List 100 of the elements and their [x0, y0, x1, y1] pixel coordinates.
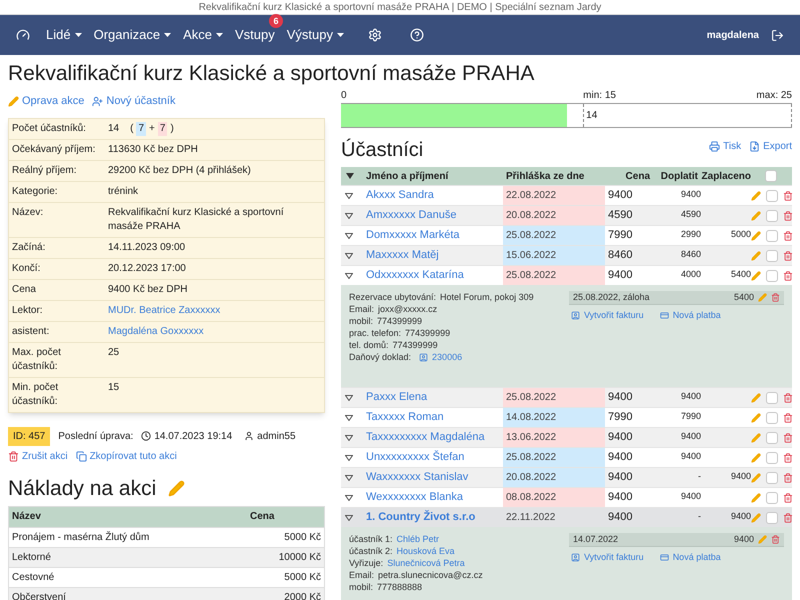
- export-link[interactable]: Export: [749, 139, 792, 154]
- expand-icon[interactable]: [345, 192, 353, 198]
- collapse-all-icon[interactable]: [346, 173, 354, 179]
- participant-name[interactable]: Odxxxxxxx Katarína: [363, 266, 503, 285]
- detail-link[interactable]: Chléb Petr: [396, 533, 440, 545]
- trash-icon[interactable]: [783, 250, 793, 260]
- trash-icon[interactable]: [783, 270, 793, 280]
- help-icon[interactable]: [410, 28, 424, 42]
- print-link[interactable]: Tisk: [709, 139, 742, 154]
- trash-icon[interactable]: [783, 392, 793, 402]
- price-cell-text: 7990: [607, 228, 634, 244]
- info-label: Začíná:: [11, 240, 46, 254]
- trash-icon[interactable]: [783, 230, 793, 240]
- participant-name[interactable]: 1. Country Život s.r.o: [363, 508, 503, 527]
- checkbox[interactable]: [766, 472, 778, 484]
- participant-name[interactable]: Taxxxxxxxxx Magdaléna: [363, 428, 503, 447]
- settings-icon[interactable]: [368, 28, 382, 42]
- participant-name[interactable]: Paxxx Elena: [363, 388, 503, 407]
- nav-menu-item[interactable]: Akce: [183, 25, 223, 45]
- edit-event-link[interactable]: Oprava akce: [8, 93, 84, 110]
- trash-icon[interactable]: [783, 210, 793, 220]
- checkbox[interactable]: [766, 270, 778, 282]
- expand-icon[interactable]: [345, 474, 353, 480]
- trash-icon[interactable]: [783, 190, 793, 200]
- expand-icon[interactable]: [345, 232, 353, 238]
- copy-event-link[interactable]: Zkopírovat tuto akci: [76, 448, 177, 464]
- nav-menu-item[interactable]: Lidé: [46, 25, 82, 45]
- pencil-icon[interactable]: [168, 480, 186, 497]
- info-value: 29200 Kč bez DPH (4 přihlášek): [108, 164, 251, 178]
- info-link[interactable]: MUDr. Beatrice Zaxxxxxx: [108, 304, 220, 318]
- create-invoice-link[interactable]: Vytvořit fakturu: [584, 309, 644, 322]
- checkbox[interactable]: [766, 412, 778, 424]
- pencil-icon[interactable]: [751, 270, 761, 280]
- pencil-icon[interactable]: [751, 230, 761, 240]
- column-header: Cena: [250, 510, 274, 524]
- last-edit-label: Poslední úprava:: [58, 430, 134, 444]
- due-cell-text: -: [697, 470, 701, 483]
- add-participant-link[interactable]: Nový účastník: [92, 93, 176, 110]
- participant-name[interactable]: Akxxx Sandra: [363, 186, 503, 205]
- pencil-icon[interactable]: [751, 190, 761, 200]
- trash-icon[interactable]: [771, 535, 780, 544]
- pencil-icon[interactable]: [751, 412, 761, 422]
- expand-icon[interactable]: [345, 212, 353, 218]
- paid-cell-text: 5000: [730, 228, 751, 241]
- new-payment-link[interactable]: Nová platba: [672, 309, 721, 322]
- document-link[interactable]: 230006: [432, 351, 462, 363]
- pencil-icon[interactable]: [751, 472, 761, 482]
- pencil-icon[interactable]: [751, 250, 761, 260]
- detail-link[interactable]: Slunečnicová Petra: [387, 557, 465, 569]
- nav-menu-item[interactable]: Organizace: [94, 25, 172, 45]
- pencil-icon[interactable]: [751, 452, 761, 462]
- dashboard-icon[interactable]: [16, 28, 30, 42]
- expand-icon[interactable]: [345, 434, 353, 440]
- new-payment-link[interactable]: Nová platba: [672, 551, 721, 564]
- checkbox[interactable]: [765, 170, 777, 182]
- trash-icon[interactable]: [771, 293, 780, 302]
- expand-icon[interactable]: [345, 494, 353, 500]
- trash-icon: [8, 450, 19, 462]
- checkbox[interactable]: [766, 210, 778, 222]
- pencil-icon[interactable]: [751, 512, 761, 522]
- checkbox[interactable]: [766, 190, 778, 202]
- detail-link[interactable]: Housková Eva: [396, 545, 455, 557]
- cancel-event-link[interactable]: Zrušit akci: [8, 448, 68, 464]
- create-invoice-link[interactable]: Vytvořit fakturu: [584, 551, 644, 564]
- expand-icon[interactable]: [345, 272, 353, 278]
- participant-name[interactable]: Amxxxxxx Danuše: [363, 206, 503, 225]
- pencil-icon[interactable]: [751, 492, 761, 502]
- participant-name[interactable]: Wexxxxxxxx Blanka: [363, 488, 503, 507]
- checkbox[interactable]: [766, 432, 778, 444]
- participant-name[interactable]: Unxxxxxxxxx Štefan: [363, 448, 503, 467]
- trash-icon[interactable]: [783, 452, 793, 462]
- participant-name[interactable]: Taxxxxx Roman: [363, 408, 503, 427]
- checkbox[interactable]: [766, 512, 778, 524]
- expand-icon[interactable]: [345, 414, 353, 420]
- info-link[interactable]: Magdaléna Goxxxxxx: [108, 324, 204, 338]
- pencil-icon[interactable]: [751, 210, 761, 220]
- checkbox[interactable]: [766, 492, 778, 504]
- checkbox[interactable]: [766, 452, 778, 464]
- user-name[interactable]: magdalena: [706, 28, 759, 42]
- nav-menu-item[interactable]: Výstupy: [286, 25, 344, 45]
- trash-icon[interactable]: [783, 472, 793, 482]
- expand-icon[interactable]: [345, 252, 353, 258]
- expand-icon[interactable]: [345, 394, 353, 400]
- pencil-icon[interactable]: [751, 432, 761, 442]
- expand-icon[interactable]: [345, 454, 353, 460]
- participant-name[interactable]: Waxxxxxxx Stanislav: [363, 468, 503, 487]
- checkbox[interactable]: [766, 250, 778, 262]
- participant-name[interactable]: Domxxxxx Markéta: [363, 226, 503, 245]
- detail-value: joxx@xxxxx.cz: [378, 303, 438, 315]
- trash-icon[interactable]: [783, 512, 793, 522]
- trash-icon[interactable]: [783, 432, 793, 442]
- checkbox[interactable]: [766, 392, 778, 404]
- table-cell-text: Lektorné: [12, 550, 52, 564]
- expand-icon[interactable]: [345, 514, 353, 520]
- pencil-icon[interactable]: [751, 392, 761, 402]
- logout-icon[interactable]: [771, 28, 784, 42]
- checkbox[interactable]: [766, 230, 778, 242]
- participant-name[interactable]: Maxxxxx Matěj: [363, 246, 503, 265]
- trash-icon[interactable]: [783, 492, 793, 502]
- trash-icon[interactable]: [783, 412, 793, 422]
